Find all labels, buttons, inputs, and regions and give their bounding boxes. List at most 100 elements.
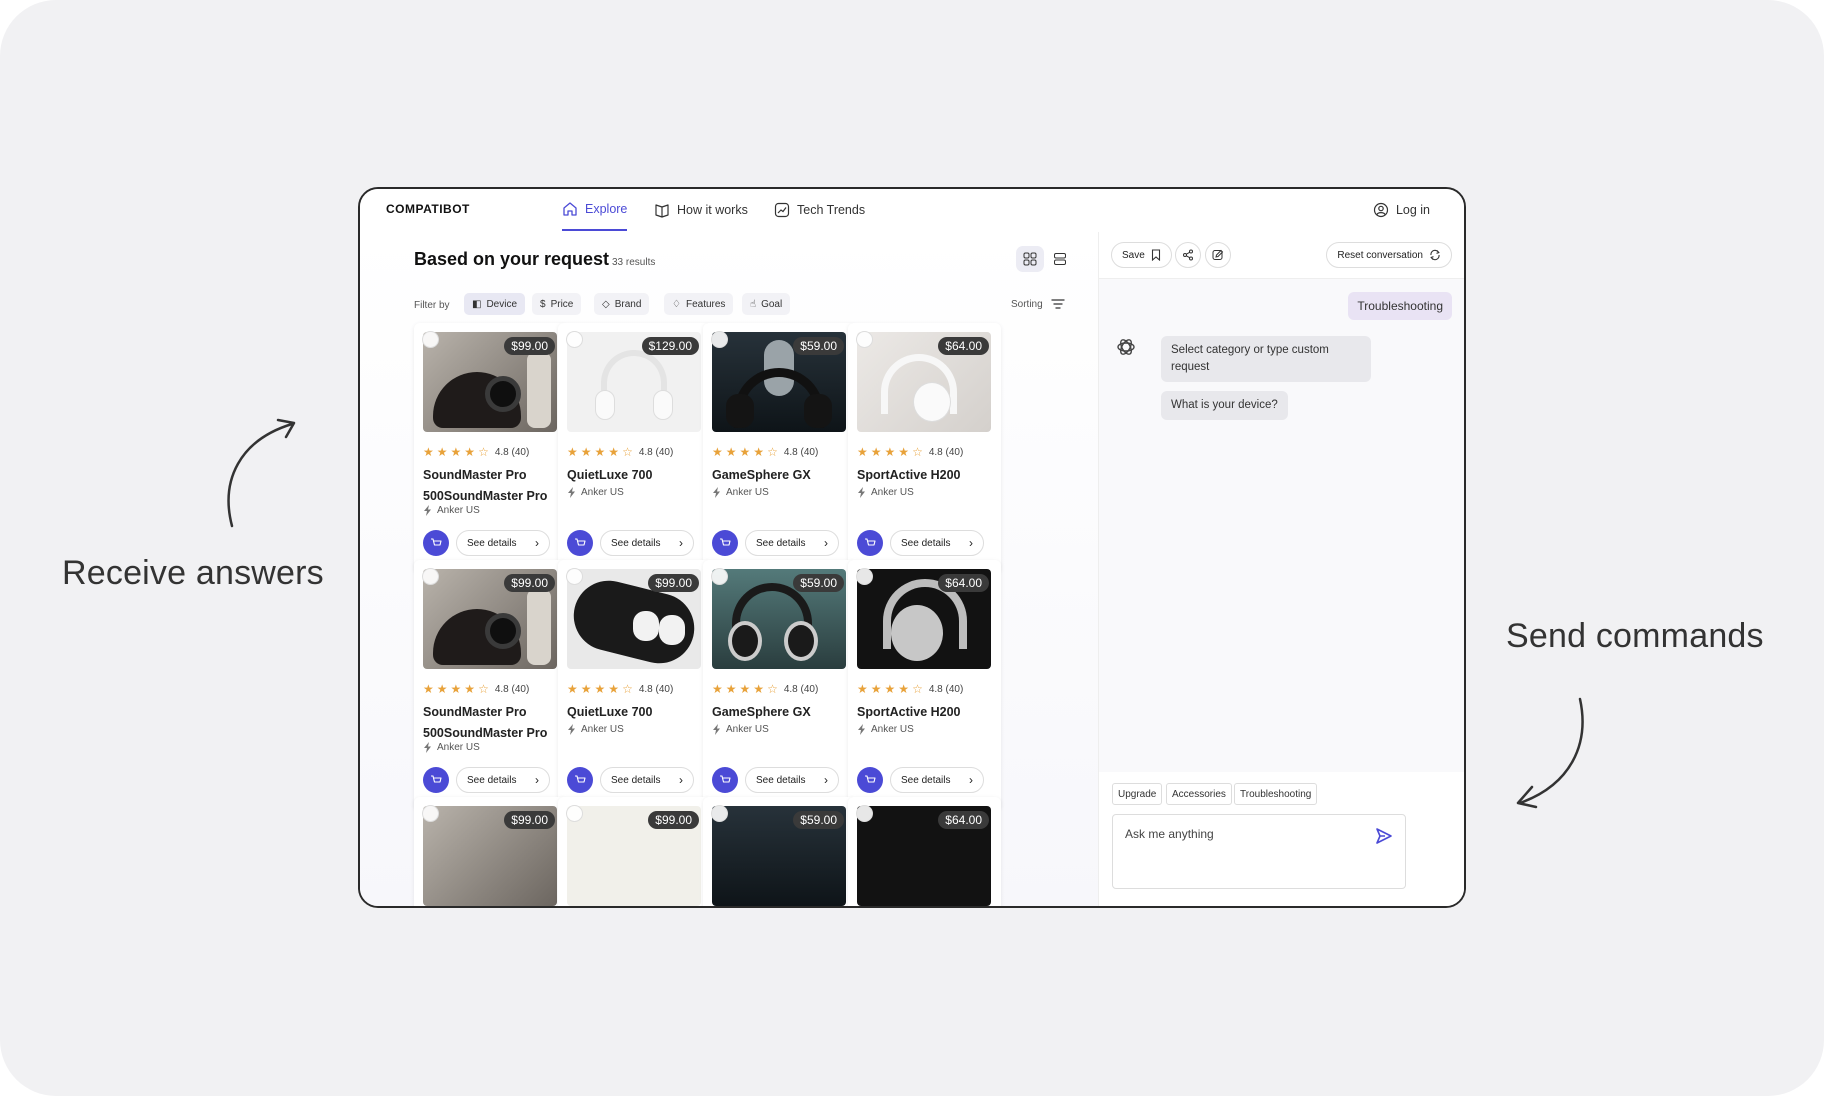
select-checkbox[interactable]	[711, 331, 728, 348]
product-card[interactable]: $99.00 ★ ★ ★ ★ ☆ 4.8 (40) QuietLuxe 700 Anker US…	[558, 560, 711, 810]
filter-price[interactable]: $ Price	[532, 293, 582, 315]
grid-view-button[interactable]	[1016, 246, 1044, 272]
select-checkbox[interactable]	[422, 805, 439, 822]
add-to-cart-button[interactable]	[712, 767, 738, 793]
chevron-right-icon: ›	[679, 536, 683, 550]
suggestion-troubleshooting[interactable]: Troubleshooting	[1234, 783, 1318, 805]
brand-name: Anker US	[726, 487, 769, 498]
select-checkbox[interactable]	[856, 331, 873, 348]
chat-composer: Upgrade Accessories Troubleshooting	[1099, 772, 1464, 906]
price-badge: $64.00	[938, 811, 989, 829]
device-icon: ◧	[472, 298, 482, 310]
add-to-cart-button[interactable]	[857, 767, 883, 793]
chevron-right-icon: ›	[679, 773, 683, 787]
select-checkbox[interactable]	[711, 805, 728, 822]
see-details-button[interactable]: See details ›	[745, 767, 839, 793]
product-card[interactable]: $64.00 ★ ★ ★ ★ ☆ 4.8 (40) SportActive H200 Anker…	[848, 323, 1001, 573]
rating: ★ ★ ★ ★ ☆ 4.8 (40)	[567, 446, 673, 458]
chat-input[interactable]	[1125, 827, 1365, 841]
select-checkbox[interactable]	[856, 805, 873, 822]
add-to-cart-button[interactable]	[857, 530, 883, 556]
login-button[interactable]: Log in	[1373, 189, 1430, 231]
product-card[interactable]: $99.00 ★ ★ ★ ★ ☆ 4.8 (40) SoundMaster Pro 500So…	[414, 323, 567, 573]
select-checkbox[interactable]	[422, 568, 439, 585]
user-message: Troubleshooting	[1348, 292, 1452, 320]
nav-how-it-works[interactable]: How it works	[654, 189, 748, 231]
sorting-control[interactable]: Sorting	[1011, 298, 1065, 310]
rating-value: 4.8 (40)	[783, 683, 819, 695]
filter-brand[interactable]: ◇ Brand	[594, 293, 650, 315]
app-window: COMPATIBOT Explore How it works Tech Tre…	[358, 187, 1466, 908]
star-icon: ★	[739, 682, 751, 696]
star-icon: ★	[725, 445, 737, 459]
star-icon: ★	[450, 445, 462, 459]
share-button[interactable]	[1175, 242, 1201, 268]
select-checkbox[interactable]	[566, 805, 583, 822]
list-view-button[interactable]	[1046, 246, 1074, 272]
star-icon: ★	[594, 682, 606, 696]
share-icon	[1183, 249, 1193, 261]
see-details-button[interactable]: See details ›	[600, 767, 694, 793]
send-icon[interactable]	[1375, 827, 1393, 845]
product-card[interactable]: $99.00	[558, 797, 711, 906]
edit-button[interactable]	[1205, 242, 1231, 268]
product-card[interactable]: $99.00 ★ ★ ★ ★ ☆ 4.8 (40) SoundMaster Pro 500So…	[414, 560, 567, 810]
price-badge: $99.00	[504, 337, 555, 355]
product-card[interactable]: $99.00	[414, 797, 567, 906]
see-details-button[interactable]: See details ›	[890, 530, 984, 556]
brand: Anker US	[712, 487, 769, 498]
suggestion-accessories[interactable]: Accessories	[1166, 783, 1232, 805]
bot-avatar-icon	[1117, 339, 1135, 355]
star-icon: ★	[857, 682, 868, 696]
chevron-right-icon: ›	[969, 536, 973, 550]
product-card[interactable]: $59.00	[703, 797, 856, 906]
see-details-button[interactable]: See details ›	[745, 530, 839, 556]
product-card[interactable]: $64.00	[848, 797, 1001, 906]
add-to-cart-button[interactable]	[567, 767, 593, 793]
see-details-label: See details	[901, 774, 951, 786]
see-details-button[interactable]: See details ›	[456, 767, 550, 793]
save-label: Save	[1122, 249, 1145, 261]
product-card[interactable]: $59.00 ★ ★ ★ ★ ☆ 4.8 (40) GameSphere GX Anker US…	[703, 323, 856, 573]
see-details-button[interactable]: See details ›	[456, 530, 550, 556]
product-name: GameSphere GX	[712, 468, 811, 482]
curved-arrow-down-icon	[1516, 697, 1584, 809]
select-checkbox[interactable]	[856, 568, 873, 585]
select-checkbox[interactable]	[566, 568, 583, 585]
product-card[interactable]: $59.00 ★ ★ ★ ★ ☆ 4.8 (40) GameSphere GX Anker US…	[703, 560, 856, 810]
see-details-button[interactable]: See details ›	[890, 767, 984, 793]
chevron-right-icon: ›	[824, 773, 828, 787]
chat-input-box[interactable]	[1112, 814, 1406, 889]
save-button[interactable]: Save	[1111, 242, 1172, 268]
reset-conversation-button[interactable]: Reset conversation	[1326, 242, 1452, 268]
product-card[interactable]: $129.00 ★ ★ ★ ★ ☆ 4.8 (40) QuietLuxe 700 Anker U…	[558, 323, 711, 573]
price-badge: $64.00	[938, 337, 989, 355]
select-checkbox[interactable]	[422, 331, 439, 348]
filter-goal[interactable]: ☝ Goal	[742, 293, 791, 315]
cart-icon	[575, 538, 586, 546]
suggestion-upgrade[interactable]: Upgrade	[1112, 783, 1163, 805]
nav-tech-trends[interactable]: Tech Trends	[774, 189, 865, 231]
select-checkbox[interactable]	[566, 331, 583, 348]
filter-device[interactable]: ◧ Device	[464, 293, 526, 315]
bolt-icon	[424, 742, 431, 753]
rating: ★ ★ ★ ★ ☆ 4.8 (40)	[712, 446, 818, 458]
nav-tech-trends-label: Tech Trends	[797, 203, 866, 217]
chevron-right-icon: ›	[535, 773, 539, 787]
add-to-cart-button[interactable]	[423, 530, 449, 556]
add-to-cart-button[interactable]	[423, 767, 449, 793]
see-details-button[interactable]: See details ›	[600, 530, 694, 556]
product-card[interactable]: $64.00 ★ ★ ★ ★ ☆ 4.8 (40) SportActive H200 Anker…	[848, 560, 1001, 810]
filter-features[interactable]: ♢ Features	[664, 293, 734, 315]
star-icon: ★	[580, 682, 592, 696]
add-to-cart-button[interactable]	[712, 530, 738, 556]
brand: Anker US	[567, 724, 624, 735]
star-icon: ★	[567, 682, 578, 696]
add-to-cart-button[interactable]	[567, 530, 593, 556]
chat-toolbar: Save Reset conversation	[1099, 232, 1464, 279]
star-icon: ☆	[912, 682, 923, 696]
star-icon: ★	[898, 445, 910, 459]
nav-explore[interactable]: Explore	[562, 189, 628, 231]
select-checkbox[interactable]	[711, 568, 728, 585]
cart-icon	[865, 538, 876, 546]
